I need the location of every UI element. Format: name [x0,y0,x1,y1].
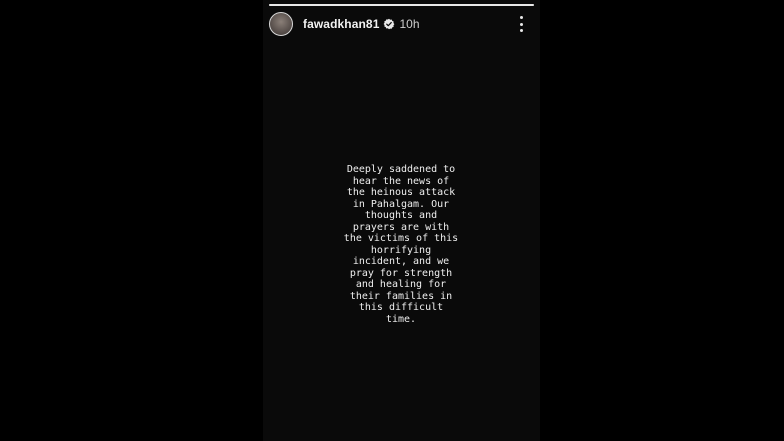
username[interactable]: fawadkhan81 [303,17,379,31]
avatar[interactable] [269,12,293,36]
story-viewer[interactable]: fawadkhan81 10h Deeply saddened to hear … [263,0,540,441]
more-vertical-icon[interactable] [518,16,524,32]
story-progress-bar [269,4,534,6]
letterbox-left [0,0,263,441]
story-header: fawadkhan81 10h [269,11,534,37]
letterbox-right [540,0,784,441]
verified-badge-icon [384,18,395,30]
story-timestamp: 10h [399,17,420,31]
story-progress-fill [269,4,534,6]
story-text: Deeply saddened to hear the news of the … [343,164,459,325]
